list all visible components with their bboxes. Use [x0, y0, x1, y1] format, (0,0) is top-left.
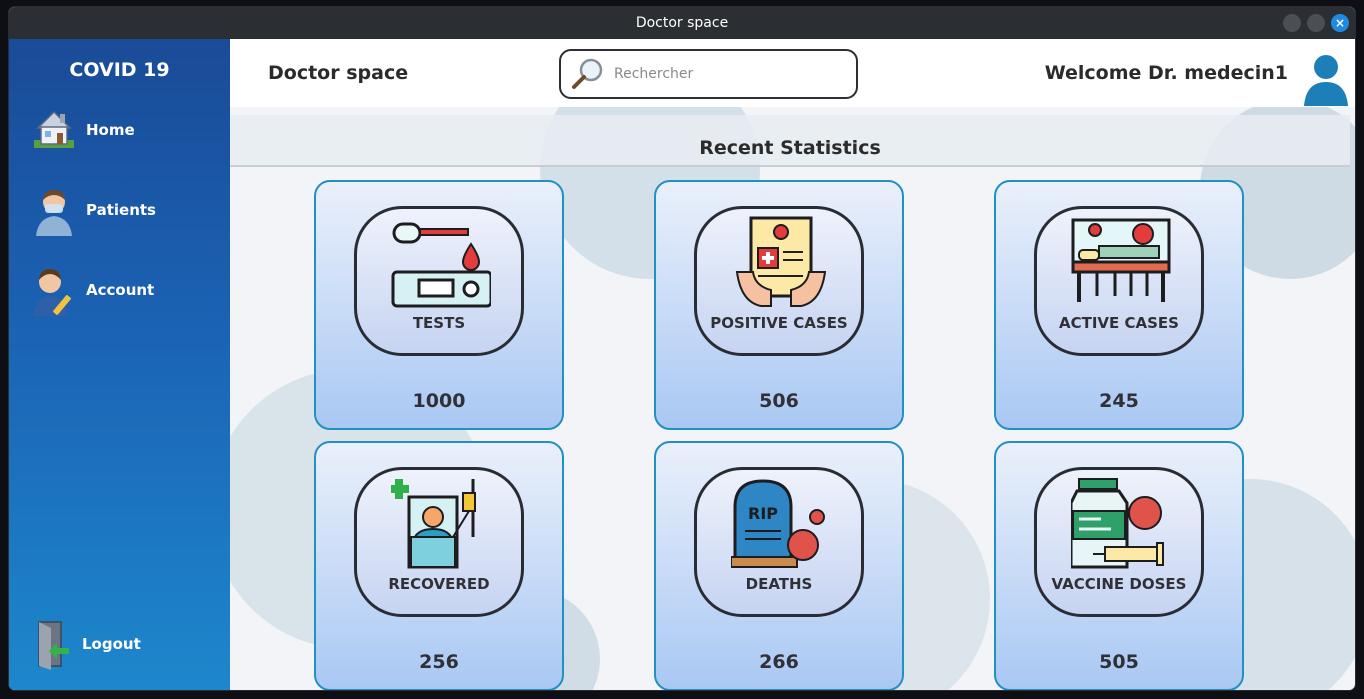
recovered-patient-icon — [391, 479, 476, 569]
stat-card-deaths[interactable]: RIP DEATHS 266 — [654, 441, 904, 690]
search-input[interactable] — [614, 66, 844, 82]
stat-card-tests[interactable]: TESTS 1000 — [314, 180, 564, 430]
logout-button[interactable]: Logout — [31, 619, 141, 670]
user-avatar-icon[interactable] — [1302, 52, 1350, 106]
sidebar-item-label: Home — [86, 121, 135, 139]
page-title: Doctor space — [268, 62, 409, 84]
stat-icon-frame: RECOVERED — [354, 467, 524, 617]
window-title: Doctor space — [635, 15, 729, 31]
logout-label: Logout — [82, 635, 141, 653]
stat-icon-frame: TESTS — [354, 206, 524, 356]
stat-icon-frame: RIP DEATHS — [694, 467, 864, 617]
stat-card-vaccine-doses[interactable]: VACCINE DOSES 505 — [994, 441, 1244, 690]
stat-value: 266 — [759, 651, 799, 673]
positive-report-icon — [735, 216, 827, 307]
stat-label: ACTIVE CASES — [1059, 314, 1179, 332]
svg-text:RIP: RIP — [748, 504, 778, 523]
stat-label: POSITIVE CASES — [710, 314, 848, 332]
user-edit-icon — [29, 265, 79, 316]
app-window: Doctor space × COVID 19 Home Patients Ac… — [9, 7, 1355, 690]
logout-door-icon — [31, 619, 75, 670]
statistics-header: Recent Statistics — [230, 115, 1350, 167]
stat-icon-frame: POSITIVE CASES — [694, 206, 864, 356]
stat-label: TESTS — [412, 314, 466, 332]
house-icon — [29, 105, 79, 155]
stat-icon-frame: ACTIVE CASES — [1034, 206, 1204, 356]
sidebar: COVID 19 Home Patients Account Logout — [9, 39, 230, 690]
stat-card-active-cases[interactable]: ACTIVE CASES 245 — [994, 180, 1244, 430]
sidebar-item-home[interactable]: Home — [29, 105, 135, 155]
stat-value: 245 — [1099, 390, 1139, 412]
hospital-bed-virus-icon — [1071, 218, 1171, 302]
main-content: Doctor space Welcome Dr. medecin1 Recent… — [230, 39, 1355, 690]
window-controls: × — [1283, 14, 1349, 32]
stat-icon-frame: VACCINE DOSES — [1034, 467, 1204, 617]
maximize-button[interactable] — [1307, 14, 1325, 32]
test-kit-icon — [391, 222, 491, 308]
close-button[interactable]: × — [1331, 14, 1349, 32]
search-icon — [572, 58, 603, 89]
app-brand: COVID 19 — [69, 59, 170, 81]
sidebar-item-label: Patients — [86, 201, 156, 219]
stat-label: RECOVERED — [388, 575, 490, 593]
minimize-button[interactable] — [1283, 14, 1301, 32]
stat-value: 505 — [1099, 651, 1139, 673]
sidebar-item-label: Account — [86, 281, 155, 299]
sidebar-item-patients[interactable]: Patients — [29, 185, 156, 236]
stat-value: 1000 — [412, 390, 466, 412]
stat-value: 256 — [419, 651, 459, 673]
welcome-text: Welcome Dr. medecin1 — [1044, 62, 1288, 84]
stat-label: VACCINE DOSES — [1051, 575, 1187, 593]
stat-value: 506 — [759, 390, 799, 412]
stat-card-positive-cases[interactable]: POSITIVE CASES 506 — [654, 180, 904, 430]
tombstone-icon: RIP — [731, 479, 825, 568]
title-bar: Doctor space × — [9, 7, 1355, 39]
stat-card-recovered[interactable]: RECOVERED 256 — [314, 441, 564, 690]
top-header: Doctor space Welcome Dr. medecin1 — [230, 39, 1355, 107]
sidebar-item-account[interactable]: Account — [29, 265, 155, 316]
statistics-title: Recent Statistics — [699, 137, 881, 159]
doctor-icon — [29, 185, 79, 236]
stat-label: DEATHS — [745, 575, 813, 593]
vaccine-icon — [1071, 478, 1164, 569]
search-box[interactable] — [559, 49, 858, 99]
